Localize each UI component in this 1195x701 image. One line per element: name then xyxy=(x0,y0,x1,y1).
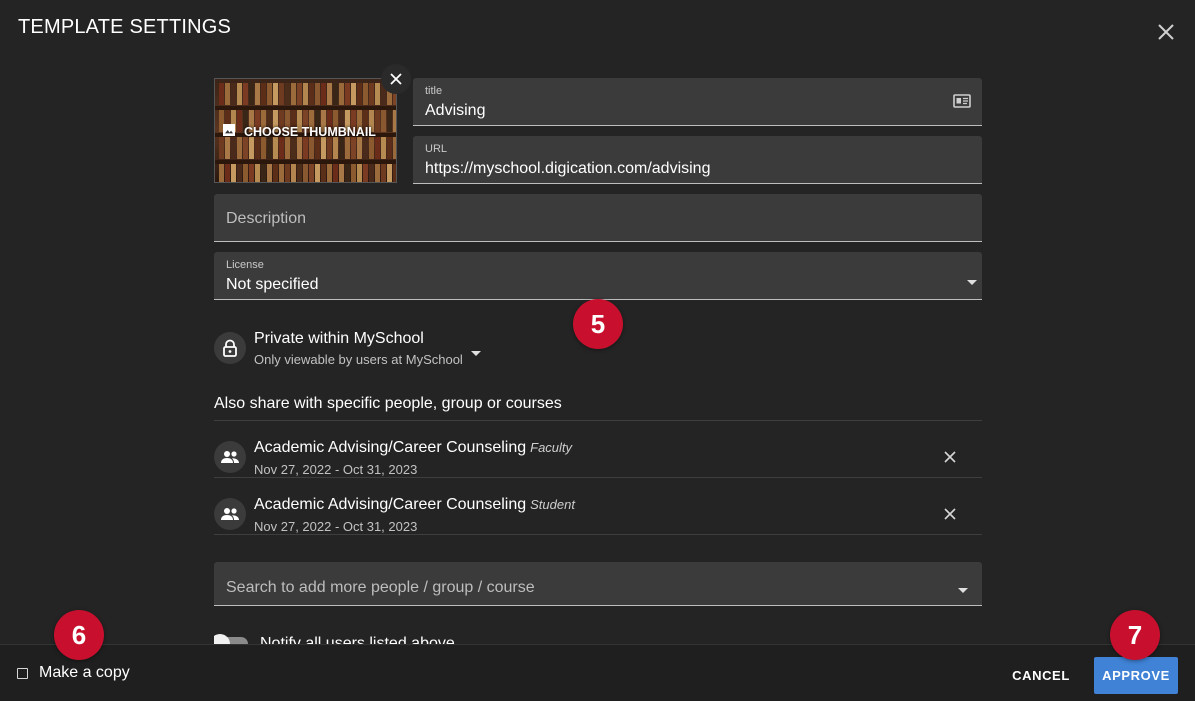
share-item-name: Academic Advising/Career Counseling xyxy=(254,496,527,513)
dropdown-caret-icon xyxy=(470,344,481,362)
checkbox-icon[interactable] xyxy=(17,667,28,679)
image-icon xyxy=(221,122,237,141)
remove-share-icon[interactable] xyxy=(940,504,960,524)
group-icon xyxy=(214,498,246,530)
license-select[interactable]: License Not specified xyxy=(214,252,982,300)
make-copy-checkbox[interactable]: Make a copy xyxy=(17,664,130,682)
thumbnail-picker[interactable]: CHOOSE THUMBNAIL xyxy=(214,78,397,183)
title-field[interactable]: title Advising xyxy=(413,78,982,126)
share-item-dates: Nov 27, 2022 - Oct 31, 2023 xyxy=(254,519,418,534)
url-field[interactable]: URL https://myschool.digication.com/advi… xyxy=(413,136,982,184)
license-value: Not specified xyxy=(226,276,319,293)
share-item-name: Academic Advising/Career Counseling xyxy=(254,439,527,456)
title-field-label: title xyxy=(425,85,443,97)
share-list-item: Academic Advising/Career Counseling Stude… xyxy=(214,478,982,535)
toggle-switch[interactable] xyxy=(214,634,248,644)
share-search-placeholder: Search to add more people / group / cour… xyxy=(226,579,535,596)
url-field-value[interactable]: https://myschool.digication.com/advising xyxy=(425,160,710,178)
share-search-input[interactable]: Search to add more people / group / cour… xyxy=(214,562,982,606)
id-card-icon[interactable] xyxy=(953,93,971,114)
choose-thumbnail-label[interactable]: CHOOSE THUMBNAIL xyxy=(221,122,376,141)
license-label: License xyxy=(226,259,264,271)
description-placeholder: Description xyxy=(226,210,307,227)
dropdown-caret-icon xyxy=(967,273,977,291)
share-item-dates: Nov 27, 2022 - Oct 31, 2023 xyxy=(254,462,418,477)
step-marker-7: 7 xyxy=(1110,610,1160,660)
dialog-title: TEMPLATE SETTINGS xyxy=(18,16,232,38)
notify-toggle[interactable]: Notify all users listed above xyxy=(214,634,455,644)
notify-label: Notify all users listed above xyxy=(260,635,455,644)
share-item-role: Faculty xyxy=(530,440,573,455)
step-marker-5: 5 xyxy=(573,299,623,349)
remove-thumbnail-icon[interactable] xyxy=(381,64,411,94)
remove-share-icon[interactable] xyxy=(940,447,960,467)
privacy-title: Private within MySchool xyxy=(254,330,424,347)
close-dialog-icon[interactable] xyxy=(1154,20,1178,44)
share-item-role: Student xyxy=(530,497,575,512)
share-heading: Also share with specific people, group o… xyxy=(214,395,562,412)
description-field[interactable]: Description xyxy=(214,194,982,242)
privacy-subtitle: Only viewable by users at MySchool xyxy=(254,352,463,367)
group-icon xyxy=(214,441,246,473)
dialog-footer: Make a copy CANCEL APPROVE xyxy=(0,644,1195,701)
approve-button[interactable]: APPROVE xyxy=(1094,657,1178,694)
cancel-button[interactable]: CANCEL xyxy=(1003,657,1079,693)
step-marker-6: 6 xyxy=(54,610,104,660)
settings-form: CHOOSE THUMBNAIL title Advising URL http… xyxy=(214,78,982,644)
title-field-value[interactable]: Advising xyxy=(425,102,485,120)
share-list-item: Academic Advising/Career Counseling Facul… xyxy=(214,421,982,478)
url-field-label: URL xyxy=(425,143,448,155)
make-copy-label: Make a copy xyxy=(39,664,130,681)
lock-icon xyxy=(214,332,246,364)
bookshelf-image xyxy=(219,83,396,105)
privacy-selector[interactable]: Private within MySchool Only viewable by… xyxy=(214,330,481,367)
dropdown-caret-icon xyxy=(958,581,968,599)
share-list: Academic Advising/Career Counseling Facul… xyxy=(214,420,982,535)
